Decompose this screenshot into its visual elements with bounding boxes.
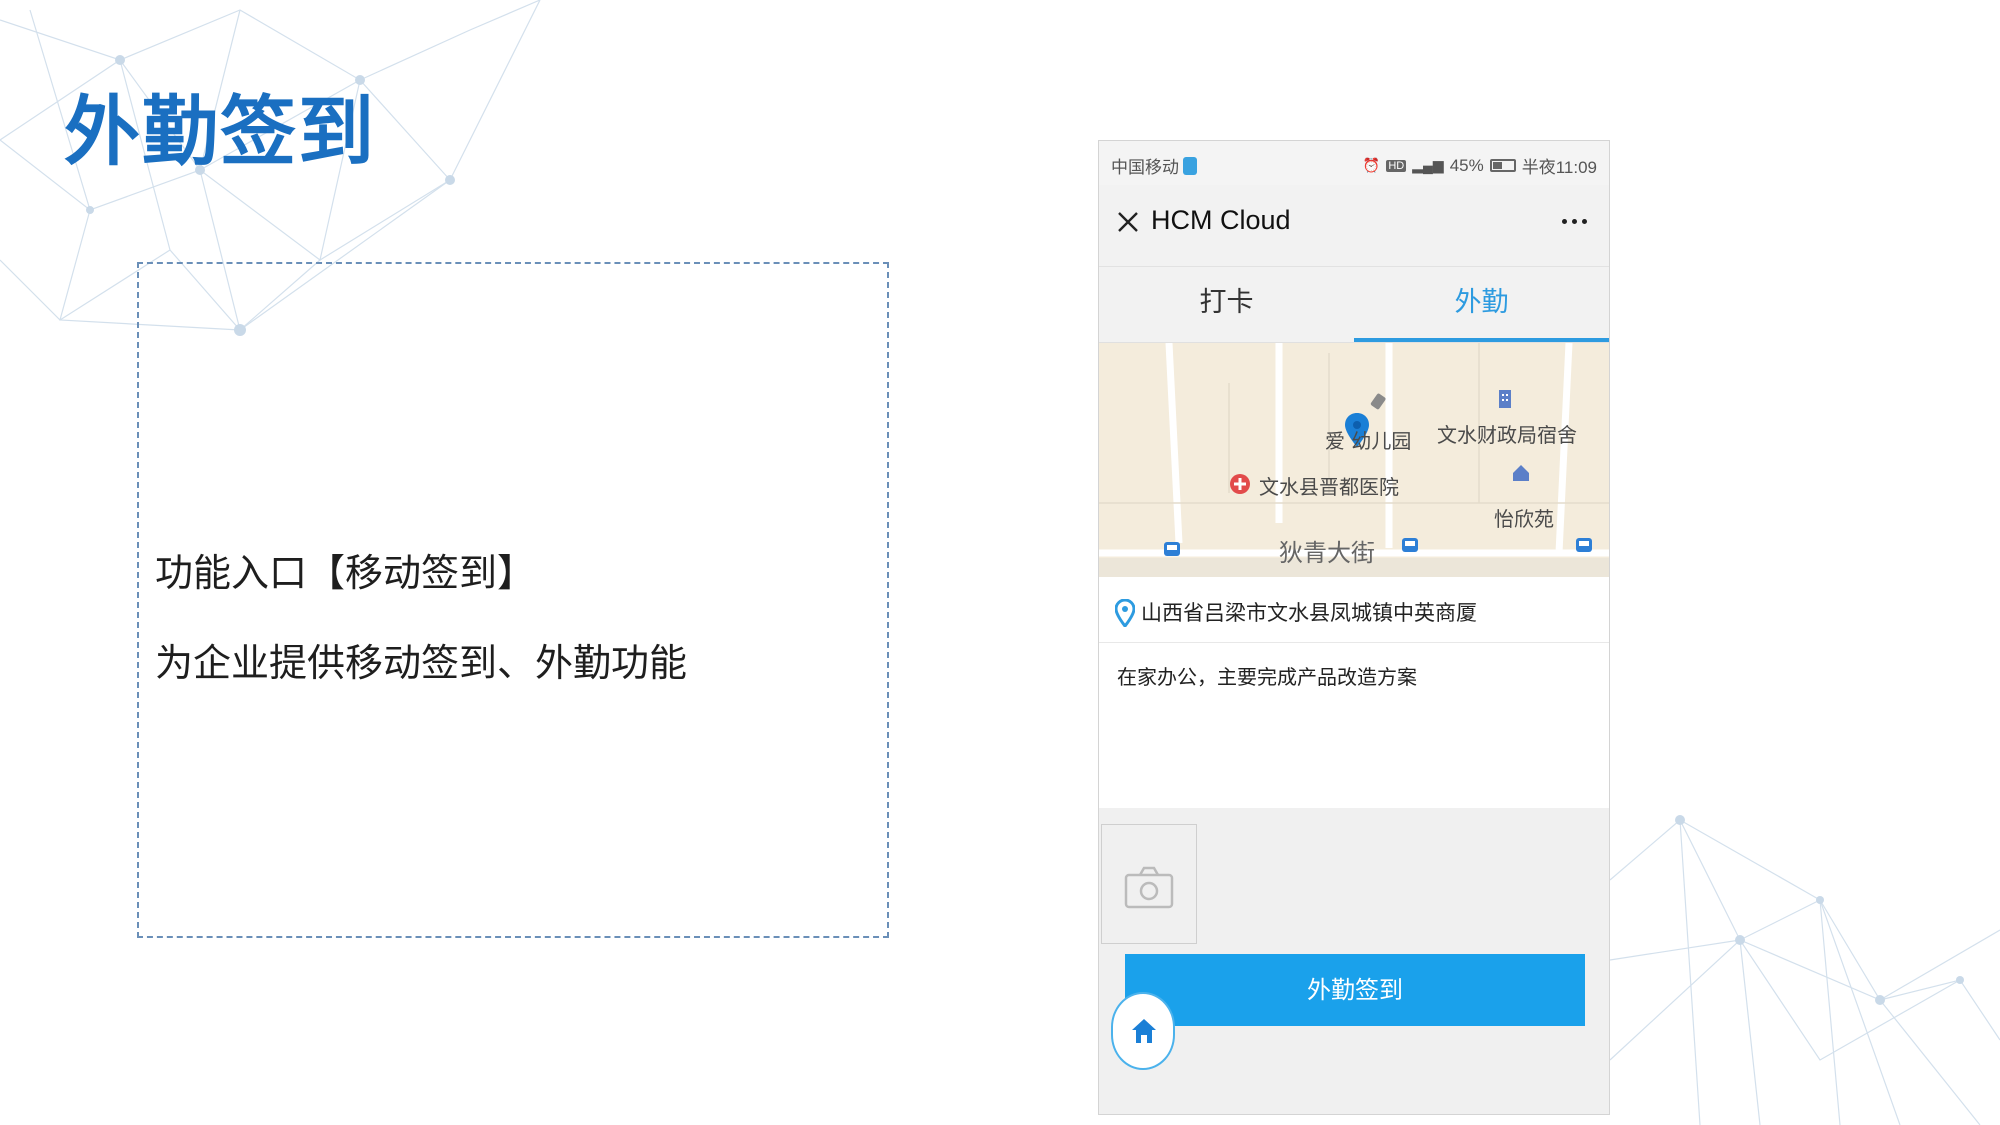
map-label-kindergarten: 爱 幼儿园 [1325, 429, 1412, 453]
note-text: 在家办公，主要完成产品改造方案 [1117, 665, 1417, 689]
nav-title: HCM Cloud [1151, 205, 1291, 235]
tab-clock-in[interactable]: 打卡 [1099, 267, 1354, 342]
battery-icon [1489, 159, 1516, 172]
photo-area: 外勤签到 [1099, 808, 1609, 1114]
home-icon [1132, 1019, 1156, 1043]
add-photo-button[interactable] [1101, 824, 1197, 944]
phone-screenshot: 中国移动 ⏰ HD ▂▄▆ 45% 半夜11:09 HCM Cloud 打卡 外… [1098, 140, 1610, 1115]
description-line-feature: 为企业提供移动签到、外勤功能 [155, 641, 688, 685]
camera-icon [1124, 866, 1174, 909]
location-pin-icon [1115, 599, 1135, 627]
status-bar: 中国移动 ⏰ HD ▂▄▆ 45% 半夜11:09 [1099, 141, 1609, 185]
note-textarea[interactable]: 在家办公，主要完成产品改造方案 [1099, 643, 1609, 808]
nav-bar: HCM Cloud [1099, 185, 1609, 267]
description-line-entry: 功能入口【移动签到】 [155, 551, 536, 595]
map-label-yixinyuan: 怡欣苑 [1494, 507, 1554, 531]
carrier-info: 中国移动 [1111, 153, 1197, 178]
address-row[interactable]: 山西省吕梁市文水县凤城镇中英商厦 [1099, 577, 1609, 643]
bus-stop-icon [1402, 538, 1418, 552]
map-label-hospital: 文水县晋都医院 [1259, 475, 1399, 499]
tab-bar: 打卡 外勤 [1099, 267, 1609, 343]
status-time: 半夜11:09 [1521, 158, 1597, 177]
slide-title: 外勤签到 [64, 87, 376, 176]
status-indicators: ⏰ HD ▂▄▆ 45% 半夜11:09 [1363, 153, 1597, 178]
close-icon[interactable] [1113, 207, 1143, 237]
kindergarten-icon [1370, 393, 1386, 410]
location-map[interactable]: 爱 幼儿园 文水财政局宿舍 文水县晋都医院 怡欣苑 狄青大街 [1099, 343, 1609, 577]
bus-stop-icon [1164, 542, 1180, 556]
home-button[interactable] [1111, 992, 1175, 1070]
address-text: 山西省吕梁市文水县凤城镇中英商厦 [1141, 601, 1477, 625]
field-signin-button[interactable]: 外勤签到 [1125, 954, 1585, 1026]
hd-icon: HD [1386, 159, 1407, 172]
more-icon[interactable] [1562, 219, 1587, 224]
signal-icon: ▂▄▆ [1412, 157, 1444, 173]
description-box: 功能入口【移动签到】 为企业提供移动签到、外勤功能 [137, 262, 889, 938]
building-icon [1499, 390, 1511, 408]
map-label-finance-dorm: 文水财政局宿舍 [1437, 423, 1577, 447]
battery-percent: 45% [1449, 155, 1484, 175]
residence-icon [1513, 465, 1529, 481]
carrier-name: 中国移动 [1111, 158, 1179, 177]
notification-icon [1183, 156, 1197, 175]
hospital-icon [1230, 474, 1250, 494]
tab-field-work[interactable]: 外勤 [1354, 267, 1609, 342]
map-label-street: 狄青大街 [1279, 539, 1375, 567]
alarm-icon: ⏰ [1362, 157, 1381, 173]
bus-stop-icon [1576, 538, 1592, 552]
